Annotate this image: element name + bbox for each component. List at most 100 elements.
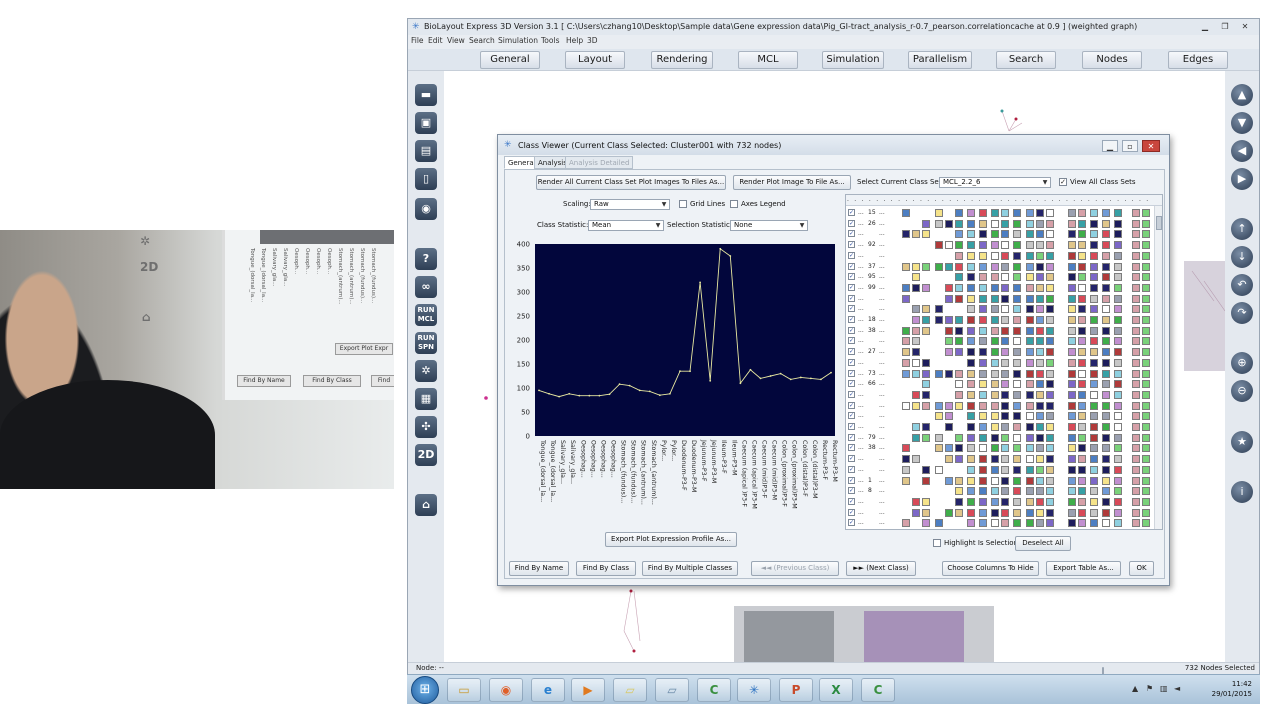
ie-taskbar-icon[interactable]: e [531, 678, 565, 702]
explorer-taskbar-icon[interactable]: ▭ [447, 678, 481, 702]
column-header[interactable]: . [949, 195, 951, 205]
render-plot-button[interactable]: Render Plot Image To File As... [733, 175, 851, 190]
row-checkbox[interactable]: ✓ [848, 283, 855, 291]
row-checkbox[interactable]: ✓ [848, 337, 855, 345]
find-by-class-button[interactable]: Find By Class [576, 561, 636, 576]
row-checkbox[interactable]: ✓ [848, 465, 855, 473]
menu-search[interactable]: Search [469, 36, 495, 45]
star-icon[interactable]: ★ [1231, 431, 1253, 453]
export-table-button[interactable]: Export Table As... [1046, 561, 1121, 576]
table-row[interactable]: ✓...... [846, 294, 1154, 305]
column-header[interactable]: . [957, 195, 959, 205]
find-by-multiple-button[interactable]: Find By Multiple Classes [642, 561, 738, 576]
close-button[interactable]: ✕ [1238, 22, 1252, 32]
start-button[interactable]: ⊞ [411, 676, 439, 704]
row-checkbox[interactable]: ✓ [848, 380, 855, 388]
menu-help[interactable]: Help [566, 36, 583, 45]
column-header[interactable]: . [1008, 195, 1010, 205]
tab-search[interactable]: Search [996, 51, 1056, 69]
table-row[interactable]: ✓...... [846, 454, 1154, 465]
media-taskbar-icon[interactable]: ▶ [571, 678, 605, 702]
row-checkbox[interactable]: ✓ [848, 219, 855, 227]
row-checkbox[interactable]: ✓ [848, 230, 855, 238]
column-header[interactable]: . [1095, 195, 1097, 205]
next-class-button[interactable]: ►► (Next Class) [846, 561, 916, 576]
arrow-right-icon[interactable]: ▶ [1231, 168, 1253, 190]
column-header[interactable]: . [1081, 195, 1083, 205]
rotate-left-icon[interactable]: ↶ [1231, 274, 1253, 296]
column-header[interactable]: . [1059, 195, 1061, 205]
firefox-taskbar-icon[interactable]: ◉ [489, 678, 523, 702]
column-header[interactable]: . [847, 195, 849, 205]
binoculars-icon[interactable]: ∞ [415, 276, 437, 298]
table-row[interactable]: ✓...... [846, 508, 1154, 519]
column-header[interactable]: . [1132, 195, 1134, 205]
help-icon[interactable]: ? [415, 248, 437, 270]
table-row[interactable]: ✓... 15... [846, 208, 1154, 219]
maximize-button[interactable]: ❐ [1218, 22, 1232, 32]
arrow-up-icon[interactable]: ▲ [1231, 84, 1253, 106]
table-row[interactable]: ✓... 38... [846, 326, 1154, 337]
table-row[interactable]: ✓...... [846, 401, 1154, 412]
ok-button[interactable]: OK [1129, 561, 1154, 576]
table-row[interactable]: ✓...... [846, 390, 1154, 401]
row-checkbox[interactable]: ✓ [848, 316, 855, 323]
home-icon[interactable]: ⌂ [415, 494, 437, 516]
deselect-all-button[interactable]: Deselect All [1015, 536, 1071, 551]
column-header[interactable]: . [913, 195, 915, 205]
row-checkbox[interactable]: ✓ [848, 476, 855, 484]
row-checkbox[interactable]: ✓ [848, 508, 855, 516]
column-header[interactable]: . [1117, 195, 1119, 205]
column-header[interactable]: . [927, 195, 929, 205]
column-header[interactable]: . [1139, 195, 1141, 205]
camtasia2-taskbar-icon[interactable]: C [861, 678, 895, 702]
column-header[interactable]: . [1000, 195, 1002, 205]
tab-simulation[interactable]: Simulation [822, 51, 884, 69]
table-row[interactable]: ✓...... [846, 465, 1154, 476]
row-checkbox[interactable]: ✓ [848, 326, 855, 334]
network-tray-icon[interactable]: ▥ [1160, 684, 1168, 693]
row-checkbox[interactable]: ✓ [848, 433, 855, 441]
table-row[interactable]: ✓... 79... [846, 433, 1154, 444]
grid-lines-checkbox[interactable] [679, 200, 687, 208]
gear-icon[interactable]: ✲ [415, 360, 437, 382]
column-header[interactable]: . [986, 195, 988, 205]
column-header[interactable]: . [898, 195, 900, 205]
column-header[interactable]: . [862, 195, 864, 205]
table-row[interactable]: ✓... 8... [846, 486, 1154, 497]
table-row[interactable]: ✓... 92... [846, 240, 1154, 251]
column-header[interactable]: . [935, 195, 937, 205]
column-header[interactable]: . [1110, 195, 1112, 205]
run-mcl-icon[interactable]: RUN MCL [415, 304, 437, 326]
column-header[interactable]: . [1022, 195, 1024, 205]
column-header[interactable]: . [1073, 195, 1075, 205]
column-header[interactable]: . [905, 195, 907, 205]
camtasia-taskbar-icon[interactable]: C [697, 678, 731, 702]
column-header[interactable]: . [1066, 195, 1068, 205]
camera-icon[interactable]: ◉ [415, 198, 437, 220]
column-header[interactable]: . [891, 195, 893, 205]
table-row[interactable]: ✓... 73... [846, 369, 1154, 380]
menu-simulation[interactable]: Simulation [498, 36, 538, 45]
row-checkbox[interactable]: ✓ [848, 412, 855, 420]
column-header[interactable]: . [920, 195, 922, 205]
network-icon[interactable]: ✣ [415, 416, 437, 438]
save-icon[interactable]: ▤ [415, 140, 437, 162]
axes-legend-checkbox[interactable] [730, 200, 738, 208]
table-row[interactable]: ✓... 99... [846, 283, 1154, 294]
column-header[interactable]: . [1015, 195, 1017, 205]
table-scrollbar[interactable] [1154, 206, 1162, 529]
row-checkbox[interactable]: ✓ [848, 369, 855, 377]
view-all-checkbox[interactable]: ✓ [1059, 178, 1067, 186]
table-row[interactable]: ✓...... [846, 336, 1154, 347]
row-checkbox[interactable]: ✓ [848, 358, 855, 366]
folder2-taskbar-icon[interactable]: ▱ [655, 678, 689, 702]
column-header[interactable]: . [971, 195, 973, 205]
menu-view[interactable]: View [447, 36, 465, 45]
scrollbar-thumb[interactable] [1156, 216, 1162, 230]
menu-file[interactable]: File [411, 36, 424, 45]
table-row[interactable]: ✓...... [846, 251, 1154, 262]
zoom-in-icon[interactable]: ⊕ [1231, 352, 1253, 374]
document-icon[interactable]: ▯ [415, 168, 437, 190]
column-header[interactable]: . [1044, 195, 1046, 205]
